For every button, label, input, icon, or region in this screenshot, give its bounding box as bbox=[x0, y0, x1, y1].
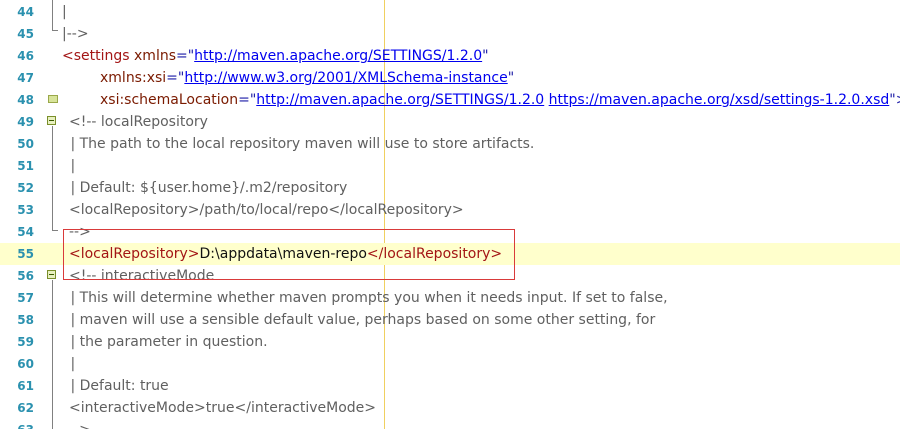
attr-equals: =" bbox=[166, 70, 185, 86]
code-line[interactable]: 46 <settings xmlns="http://maven.apache.… bbox=[0, 45, 900, 67]
url-link[interactable]: http://maven.apache.org/SETTINGS/1.2.0 bbox=[194, 48, 482, 64]
code-text: --> bbox=[69, 419, 91, 429]
code-line[interactable]: 44 | bbox=[0, 1, 900, 23]
code-line[interactable]: 51 | bbox=[0, 155, 900, 177]
url-link[interactable]: http://maven.apache.org/SETTINGS/1.2.0 bbox=[256, 92, 544, 108]
line-number: 47 bbox=[17, 71, 34, 85]
code-line[interactable]: 63 --> bbox=[0, 419, 900, 429]
line-number: 51 bbox=[17, 159, 34, 173]
code-text: | the parameter in question. bbox=[66, 334, 268, 350]
code-line[interactable]: 45 |--> bbox=[0, 23, 900, 45]
code-text: | Default: ${user.home}/.m2/repository bbox=[66, 180, 348, 196]
line-number: 44 bbox=[17, 5, 34, 19]
code-line[interactable]: 58 | maven will use a sensible default v… bbox=[0, 309, 900, 331]
code-text: --> bbox=[69, 224, 91, 240]
line-number: 53 bbox=[17, 203, 34, 217]
line-number: 58 bbox=[17, 313, 34, 327]
tag-close: </localRepository> bbox=[366, 246, 503, 262]
attr-close: "> bbox=[889, 92, 900, 108]
code-text: | bbox=[66, 356, 76, 372]
line-number: 63 bbox=[0, 419, 34, 429]
code-text: | bbox=[62, 4, 67, 20]
attr-name: xsi:schemaLocation bbox=[100, 92, 239, 108]
code-text: | This will determine whether maven prom… bbox=[66, 290, 668, 306]
line-number: 57 bbox=[17, 291, 34, 305]
line-number: 45 bbox=[17, 27, 34, 41]
code-text: <!-- localRepository bbox=[69, 114, 208, 130]
tag-open: <localRepository> bbox=[69, 246, 200, 262]
code-text: |--> bbox=[62, 26, 89, 42]
code-line[interactable]: 56 <!-- interactiveMode bbox=[0, 265, 900, 287]
line-number: 60 bbox=[17, 357, 34, 371]
code-line[interactable]: 49 <!-- localRepository bbox=[0, 111, 900, 133]
code-text: xsi:schemaLocation="http://maven.apache.… bbox=[100, 89, 900, 111]
attr-name: xmlns:xsi bbox=[100, 70, 167, 86]
line-number: 62 bbox=[17, 401, 34, 415]
code-line[interactable]: 57 | This will determine whether maven p… bbox=[0, 287, 900, 309]
code-line[interactable]: 47 xmlns:xsi="http://www.w3.org/2001/XML… bbox=[0, 67, 900, 89]
attr-close: " bbox=[482, 48, 489, 64]
code-line[interactable]: 60 | bbox=[0, 353, 900, 375]
code-text: | The path to the local repository maven… bbox=[66, 136, 535, 152]
line-number: 48 bbox=[17, 93, 34, 107]
code-text: <!-- interactiveMode bbox=[69, 268, 215, 284]
url-link[interactable]: http://www.w3.org/2001/XMLSchema-instanc… bbox=[184, 70, 507, 86]
code-text: | bbox=[66, 158, 76, 174]
code-line[interactable]: 53 <localRepository>/path/to/local/repo<… bbox=[0, 199, 900, 221]
code-text: <localRepository>D:\appdata\maven-repo</… bbox=[69, 243, 502, 265]
code-line[interactable]: 59 | the parameter in question. bbox=[0, 331, 900, 353]
attr-name: xmlns bbox=[134, 48, 176, 64]
code-text: | maven will use a sensible default valu… bbox=[66, 312, 656, 328]
attr-equals: =" bbox=[176, 48, 195, 64]
element-value: D:\appdata\maven-repo bbox=[199, 246, 367, 262]
url-link-2[interactable]: https://maven.apache.org/xsd/settings-1.… bbox=[549, 92, 890, 108]
code-editor[interactable]: 44 | 45 |--> 46 <settings xmlns="http://… bbox=[0, 0, 900, 429]
code-line[interactable]: 48 xsi:schemaLocation="http://maven.apac… bbox=[0, 89, 900, 111]
line-number: 59 bbox=[17, 335, 34, 349]
code-line[interactable]: 50 | The path to the local repository ma… bbox=[0, 133, 900, 155]
line-number: 50 bbox=[17, 137, 34, 151]
line-number: 61 bbox=[17, 379, 34, 393]
line-number: 49 bbox=[17, 115, 34, 129]
line-number: 54 bbox=[17, 225, 34, 239]
code-text: <settings xmlns="http://maven.apache.org… bbox=[62, 45, 489, 67]
code-text: <localRepository>/path/to/local/repo</lo… bbox=[69, 202, 464, 218]
code-line[interactable]: 52 | Default: ${user.home}/.m2/repositor… bbox=[0, 177, 900, 199]
code-text: | Default: true bbox=[66, 378, 169, 394]
attr-equals: =" bbox=[238, 92, 257, 108]
code-text: <interactiveMode>true</interactiveMode> bbox=[69, 400, 377, 416]
code-line[interactable]: 54 --> bbox=[0, 221, 900, 243]
code-line[interactable]: 62 <interactiveMode>true</interactiveMod… bbox=[0, 397, 900, 419]
tag-open: <settings bbox=[62, 48, 135, 64]
line-number: 55 bbox=[17, 247, 34, 261]
code-line-current[interactable]: 55 <localRepository>D:\appdata\maven-rep… bbox=[0, 243, 900, 265]
line-number: 46 bbox=[17, 49, 34, 63]
line-number: 56 bbox=[17, 269, 34, 283]
attr-close: " bbox=[507, 70, 515, 86]
line-number: 52 bbox=[17, 181, 34, 195]
code-text: xmlns:xsi="http://www.w3.org/2001/XMLSch… bbox=[100, 67, 514, 89]
code-line[interactable]: 61 | Default: true bbox=[0, 375, 900, 397]
